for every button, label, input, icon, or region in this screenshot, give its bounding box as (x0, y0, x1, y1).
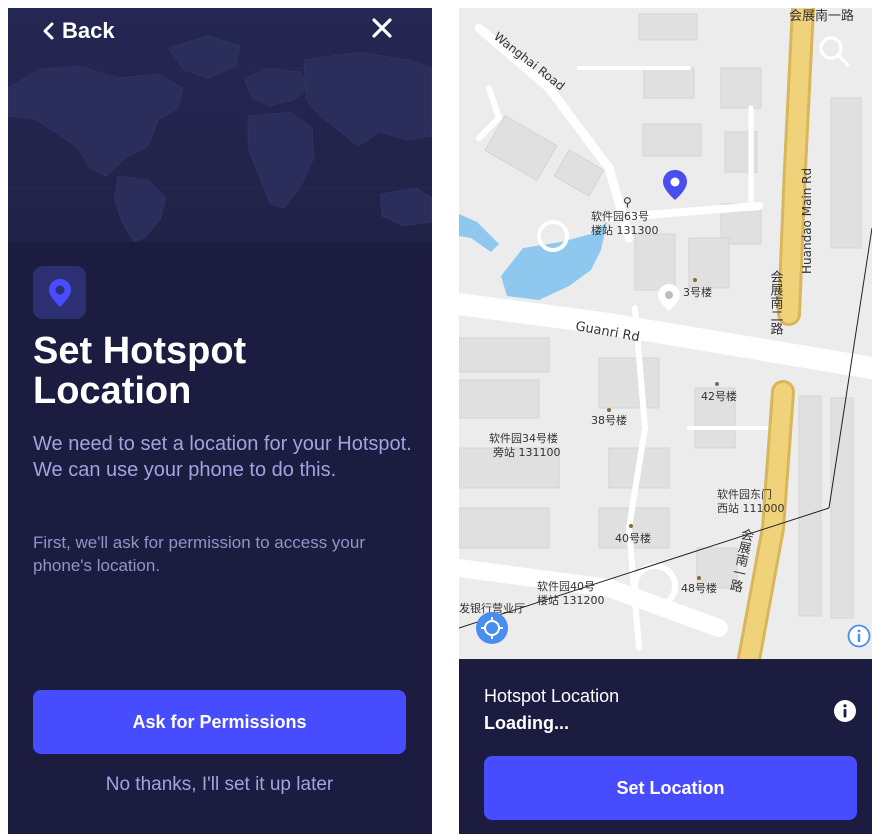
world-map-header: Back (8, 8, 432, 242)
location-pin-icon (48, 278, 71, 307)
poi-dot (607, 408, 611, 412)
poi-dot (715, 382, 719, 386)
hotspot-location-label: Hotspot Location (484, 686, 620, 706)
close-icon[interactable] (370, 16, 394, 40)
map-info-icon[interactable] (847, 624, 871, 648)
poi-station-40-id: 楼站 131200 (537, 593, 605, 607)
poi-building-38: 38号楼 (591, 413, 627, 427)
back-button[interactable]: Back (42, 18, 115, 44)
location-icon-badge (33, 266, 86, 319)
locate-me-icon[interactable] (475, 611, 509, 645)
poi-dot (629, 524, 633, 528)
hotspot-location-status: Loading... (484, 713, 569, 733)
chevron-left-icon (43, 22, 54, 40)
set-location-button[interactable]: Set Location (484, 756, 857, 820)
poi-building-42: 42号楼 (701, 389, 737, 403)
poi-station-34-id: 旁站 131100 (493, 445, 561, 459)
page-title: Set Hotspot Location (33, 330, 247, 412)
map-label-huizhan-mid: 会展南二路 (768, 270, 784, 335)
search-icon[interactable] (817, 34, 851, 68)
poi-station-east-id: 西站 111000 (717, 501, 785, 515)
poi-building-3: 3号楼 (683, 285, 712, 299)
permission-screen: Back Set Hotspot Location We need to set… (8, 8, 432, 834)
permission-note: First, we'll ask for permission to acces… (33, 533, 366, 575)
poi-station-63-id: 楼站 131300 (591, 223, 659, 237)
back-label: Back (62, 18, 115, 43)
map-label-huandao-main-rd: Huandao Main Rd (800, 168, 814, 274)
poi-station-63: 软件园63号 (591, 209, 649, 223)
bike-icon: ⚲ (623, 195, 632, 209)
poi-station-34: 软件园34号楼 (489, 431, 558, 445)
description-text: We need to set a location for your Hotsp… (33, 433, 412, 481)
map-location-screen: Wanghai Road Guanri Rd Huandao Main Rd 会… (459, 8, 872, 834)
poi-dot (693, 278, 697, 282)
poi-station-east: 软件园东门 (717, 487, 772, 501)
poi-dot (697, 576, 701, 580)
location-bottom-sheet: Hotspot Location Loading... Set Location (459, 659, 872, 834)
skip-setup-link[interactable]: No thanks, I'll set it up later (33, 774, 406, 796)
info-icon[interactable] (833, 699, 857, 723)
map-label-huizhan-top: 会展南一路 (789, 8, 854, 24)
ask-permissions-button[interactable]: Ask for Permissions (33, 690, 406, 754)
poi-building-48: 48号楼 (681, 581, 717, 595)
poi-building-40: 40号楼 (615, 531, 651, 545)
map-view[interactable]: Wanghai Road Guanri Rd Huandao Main Rd 会… (459, 8, 872, 659)
poi-station-40: 软件园40号 (537, 579, 595, 593)
